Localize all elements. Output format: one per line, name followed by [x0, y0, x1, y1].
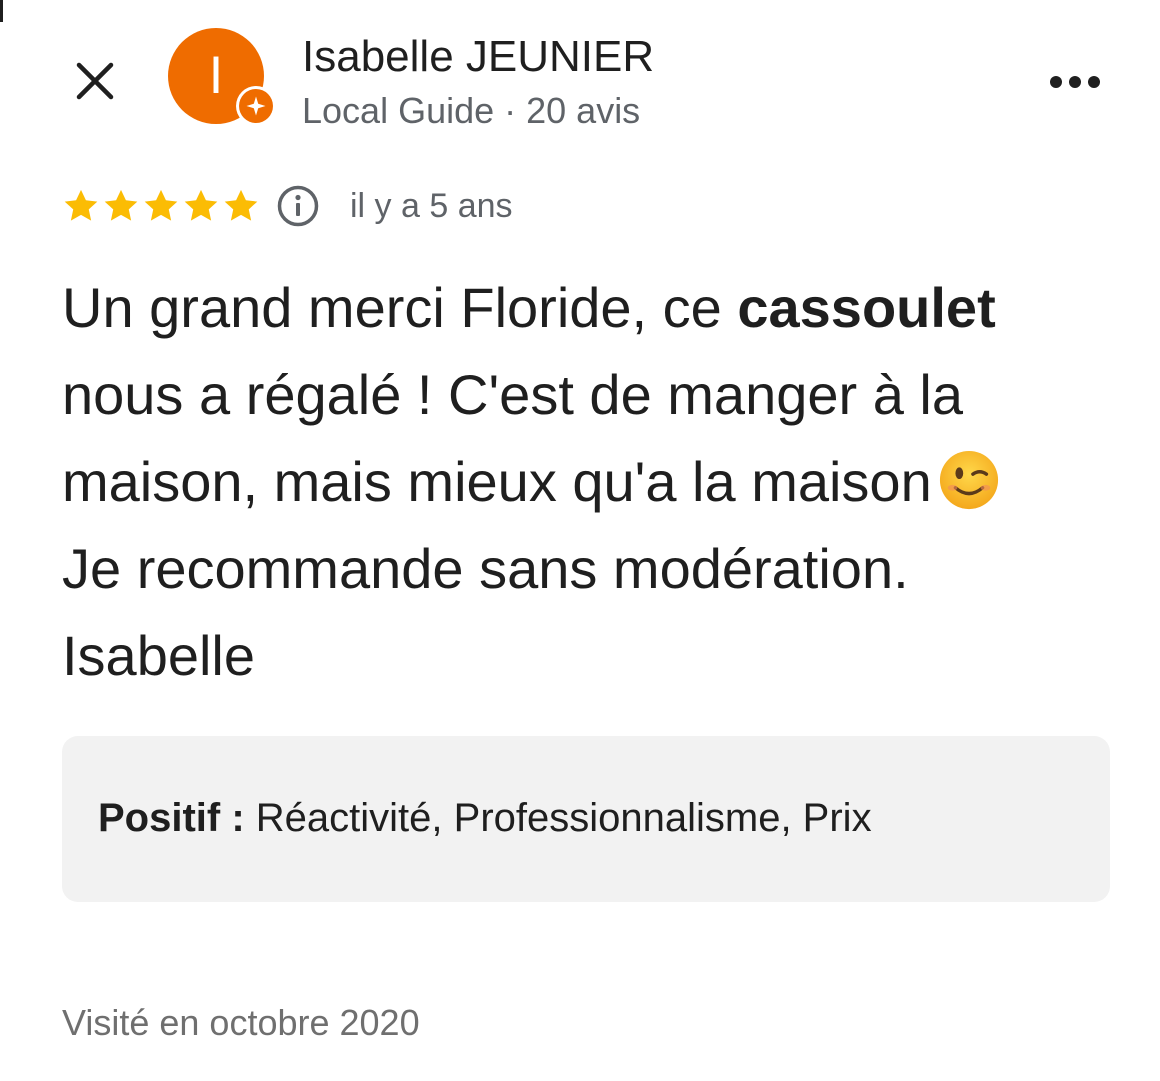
review-text: Un grand merci Floride, ce cassoulet nou… — [62, 264, 1122, 699]
author-name[interactable]: Isabelle JEUNIER — [302, 32, 654, 82]
avatar-initial: I — [208, 47, 224, 105]
visit-date: Visité en octobre 2020 — [62, 1002, 420, 1043]
star-rating — [62, 187, 260, 225]
local-guide-star-icon — [246, 96, 266, 116]
review-attributes: Positif : Réactivité, Professionnalisme,… — [98, 796, 872, 841]
review-text-part: Je recommande sans modération. — [62, 537, 909, 600]
more-horizontal-icon — [1050, 76, 1100, 88]
rating-row: il y a 5 ans — [62, 180, 513, 232]
review-text-part: nous a régalé ! C'est de manger à la mai… — [62, 363, 964, 513]
local-guide-badge — [236, 86, 276, 126]
review-header: I Isabelle JEUNIER Local Guide · 20 avis — [0, 0, 1160, 160]
review-text-part: Un grand merci Floride, ce — [62, 276, 738, 339]
star-icon — [184, 189, 218, 221]
star-icon — [64, 189, 98, 221]
review-text-highlight: cassoulet — [737, 276, 996, 339]
author-meta: Local Guide · 20 avis — [302, 90, 641, 131]
close-button[interactable] — [62, 48, 128, 114]
winking-face-emoji — [939, 450, 998, 510]
review-date: il y a 5 ans — [350, 186, 513, 225]
attributes-values: Réactivité, Professionnalisme, Prix — [244, 796, 872, 840]
review-attributes-box: Positif : Réactivité, Professionnalisme,… — [62, 736, 1110, 902]
more-options-button[interactable] — [1038, 52, 1112, 112]
info-icon[interactable] — [276, 184, 320, 228]
star-icon — [144, 189, 178, 221]
close-icon — [76, 62, 114, 100]
star-icon — [104, 189, 138, 221]
attributes-label: Positif : — [98, 796, 245, 840]
star-icon — [224, 189, 258, 221]
review-signature: Isabelle — [62, 624, 256, 687]
